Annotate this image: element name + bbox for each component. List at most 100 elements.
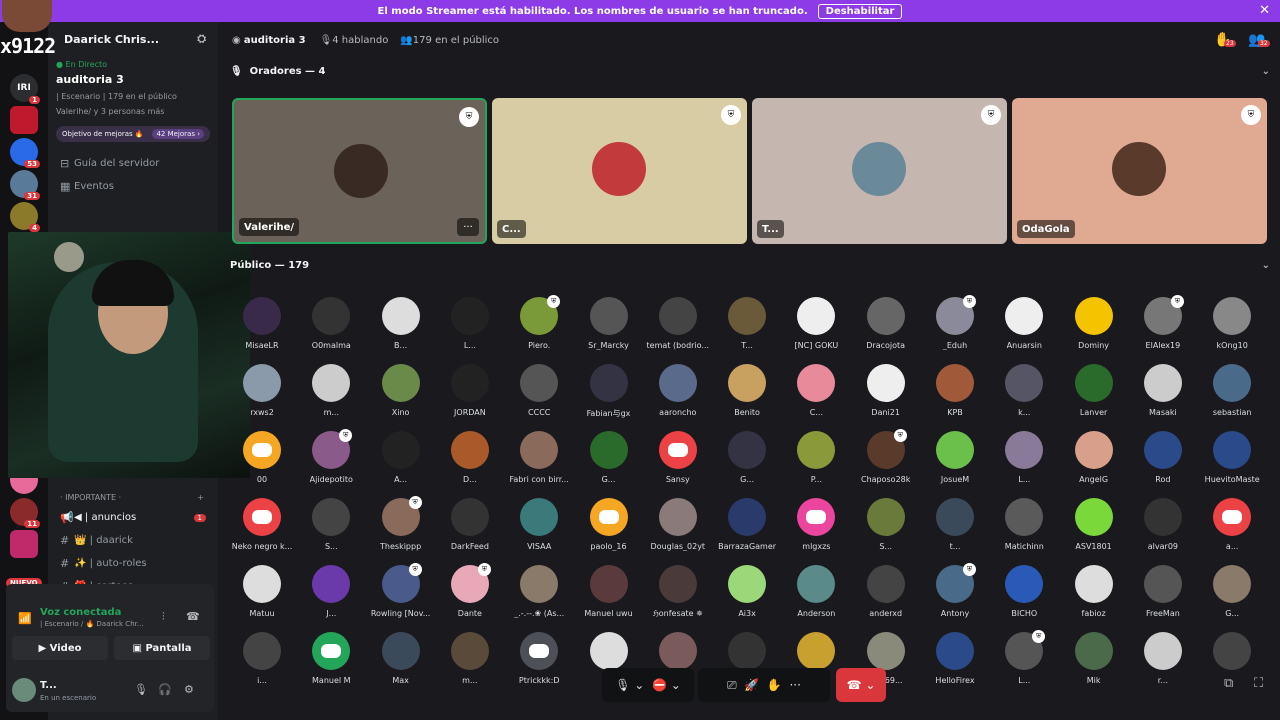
- audience-member[interactable]: Sr_Marcky: [575, 297, 643, 350]
- audience-member[interactable]: ⛨ Rowling [Nov...: [367, 563, 435, 618]
- audience-member[interactable]: Ptrickkk:D: [505, 632, 573, 685]
- audience-member[interactable]: VISAA: [505, 498, 573, 551]
- audience-member[interactable]: 00: [228, 431, 296, 484]
- audience-member[interactable]: Douglas_02yt: [644, 498, 712, 551]
- audience-member[interactable]: C...: [782, 364, 850, 417]
- more-options-icon[interactable]: ···: [457, 218, 479, 236]
- fullscreen-icon[interactable]: ⛶: [1254, 676, 1263, 691]
- audience-member[interactable]: fabioz: [1060, 565, 1128, 618]
- audience-member[interactable]: G...: [575, 431, 643, 484]
- audience-member[interactable]: Anderson: [782, 565, 850, 618]
- add-channel-icon[interactable]: +: [197, 493, 204, 502]
- audience-member[interactable]: [1198, 632, 1266, 676]
- audience-member[interactable]: paolo_16: [575, 498, 643, 551]
- audience-member[interactable]: P...: [782, 431, 850, 484]
- audience-member[interactable]: ⛨ Antony: [921, 563, 989, 618]
- mic-control[interactable]: 🎙 ⌄ ⛔ ⌄: [602, 668, 694, 702]
- audience-member[interactable]: ℌonfesate ✵: [644, 565, 712, 618]
- audience-member[interactable]: rxws2: [228, 364, 296, 417]
- speaker-tile[interactable]: C... ⛨: [492, 98, 747, 244]
- audience-member[interactable]: k...: [990, 364, 1058, 417]
- audience-member[interactable]: ⛨ Chaposo28k: [852, 429, 920, 484]
- audience-member[interactable]: Lanver: [1060, 364, 1128, 417]
- audience-member[interactable]: mlgxzs: [782, 498, 850, 551]
- server-icon-iri[interactable]: IRI 1: [10, 74, 40, 104]
- audience-member[interactable]: HelloFirex: [921, 632, 989, 685]
- server-icon-heart[interactable]: [10, 106, 38, 134]
- channel-auto-roles[interactable]: # ✨ | auto-roles: [48, 552, 218, 575]
- server-icon-a[interactable]: 31: [10, 170, 40, 200]
- disable-streamer-button[interactable]: Deshabilitar: [817, 3, 903, 19]
- audience-member[interactable]: Rod: [1129, 431, 1197, 484]
- leave-stage-button[interactable]: ☎ ⌄: [836, 668, 886, 702]
- audience-member[interactable]: Mik: [1060, 632, 1128, 685]
- audience-member[interactable]: sebastian: [1198, 364, 1266, 417]
- speaker-tile[interactable]: T... ⛨: [752, 98, 1007, 244]
- audience-member[interactable]: Neko negro k...: [228, 498, 296, 551]
- popout-icon[interactable]: ⧉: [1224, 676, 1233, 691]
- audience-member[interactable]: G...: [713, 431, 781, 484]
- server-icon-d[interactable]: 11: [10, 498, 40, 528]
- audience-member[interactable]: Dominy: [1060, 297, 1128, 350]
- server-icon-e[interactable]: [10, 530, 38, 558]
- audience-member[interactable]: B...: [367, 297, 435, 350]
- server-icon-b[interactable]: 4: [10, 202, 40, 232]
- mic-icon[interactable]: 🎙: [615, 678, 630, 692]
- audience-member[interactable]: m...: [436, 632, 504, 685]
- audience-member[interactable]: ⛨ Ajidepotito: [297, 429, 365, 484]
- audience-member[interactable]: alvar09: [1129, 498, 1197, 551]
- audience-member[interactable]: [NC] GOKU: [782, 297, 850, 350]
- headphones-icon[interactable]: 🎧: [158, 683, 172, 696]
- audience-member[interactable]: ⛨ _Eduh: [921, 295, 989, 350]
- audience-member[interactable]: Anuarsin: [990, 297, 1058, 350]
- camera-off-icon[interactable]: ⛔: [652, 678, 667, 692]
- audience-member[interactable]: KPB: [921, 364, 989, 417]
- sound-wave-icon[interactable]: ⫶: [162, 610, 165, 624]
- activity-icon[interactable]: 🚀: [744, 678, 759, 692]
- audience-member[interactable]: Matuu: [228, 565, 296, 618]
- gear-icon[interactable]: ⚙: [184, 683, 194, 696]
- audience-member[interactable]: L...: [990, 431, 1058, 484]
- audience-member[interactable]: S...: [852, 498, 920, 551]
- audience-member[interactable]: JosueM: [921, 431, 989, 484]
- audience-member[interactable]: T...: [713, 297, 781, 350]
- audience-member[interactable]: J...: [297, 565, 365, 618]
- audience-member[interactable]: ⛨ Theskippp: [367, 496, 435, 551]
- audience-member[interactable]: Dracojota: [852, 297, 920, 350]
- audience-member[interactable]: Manuel M: [297, 632, 365, 685]
- audience-member[interactable]: anderxd: [852, 565, 920, 618]
- chevron-down-icon[interactable]: ⌄: [1262, 260, 1270, 271]
- audience-member[interactable]: ASV1801: [1060, 498, 1128, 551]
- boost-goal-bar[interactable]: Objetivo de mejoras 🔥 42 Mejoras ›: [56, 126, 210, 142]
- audience-member[interactable]: BICHO: [990, 565, 1058, 618]
- speaker-tile[interactable]: Valerihe/ ⛨ ···: [232, 98, 487, 244]
- audience-member[interactable]: BarrazaGamer: [713, 498, 781, 551]
- audience-member[interactable]: ⛨ L...: [990, 630, 1058, 685]
- audience-member[interactable]: i...: [228, 632, 296, 685]
- voice-status[interactable]: Voz conectada: [40, 607, 121, 618]
- audience-member[interactable]: Xino: [367, 364, 435, 417]
- audience-member[interactable]: ⛨ Piero.: [505, 295, 573, 350]
- avatar[interactable]: [12, 678, 36, 702]
- audience-member[interactable]: Fabri con birr...: [505, 431, 573, 484]
- audience-member[interactable]: temat (bodrio...: [644, 297, 712, 350]
- audience-member[interactable]: ⛨ ElAlex19: [1129, 295, 1197, 350]
- video-button[interactable]: ▶ Video: [12, 636, 108, 660]
- audience-member[interactable]: FreeMan: [1129, 565, 1197, 618]
- live-stage-card[interactable]: ● En Directo auditoria 3 | Escenario | 1…: [56, 60, 210, 116]
- audience-member[interactable]: G...: [1198, 565, 1266, 618]
- audience-section-header[interactable]: Público — 179 ⌄: [230, 260, 1270, 271]
- audience-member[interactable]: S...: [297, 498, 365, 551]
- audience-member[interactable]: HuevitoMaste: [1198, 431, 1266, 484]
- channel-events[interactable]: ▦ Eventos: [48, 175, 218, 198]
- server-icon-flame[interactable]: 53: [10, 138, 40, 168]
- category-importante[interactable]: · IMPORTANTE · +: [48, 488, 218, 506]
- audience-member[interactable]: Manuel uwu: [575, 565, 643, 618]
- audience-member[interactable]: O0malma: [297, 297, 365, 350]
- audience-member[interactable]: Matichinn: [990, 498, 1058, 551]
- user-plus-icon[interactable]: ⛭: [197, 32, 206, 46]
- more-icon[interactable]: ···: [789, 678, 800, 692]
- audience-member[interactable]: D...: [436, 431, 504, 484]
- speaker-tile[interactable]: OdaGola ⛨: [1012, 98, 1267, 244]
- audience-member[interactable]: Dani21: [852, 364, 920, 417]
